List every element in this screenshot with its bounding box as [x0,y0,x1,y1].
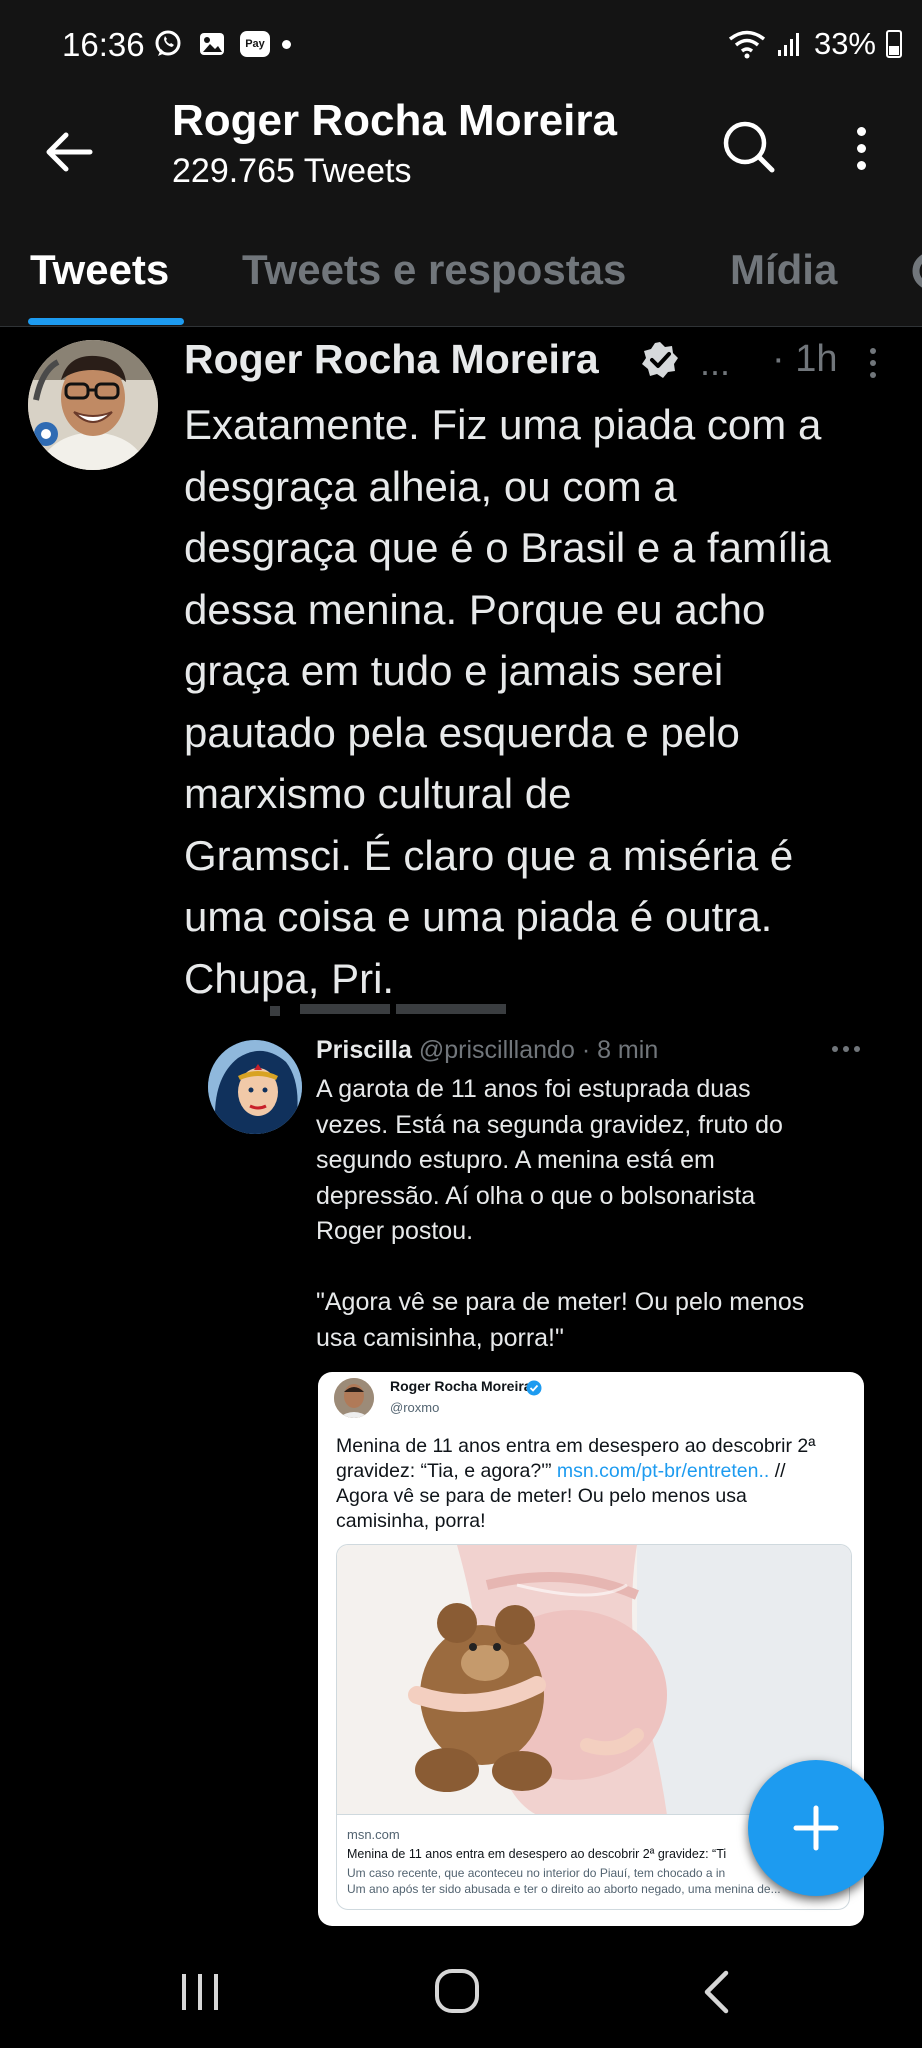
battery-icon [886,30,902,58]
tab-midia[interactable]: Mídia [730,246,837,294]
verified-badge-icon [640,340,680,380]
quoted-more-button[interactable] [832,1046,860,1052]
tweet-text-line: pautado pela esquerda e pelo [184,708,740,756]
overflow-menu-button[interactable] [836,118,886,178]
arrow-left-icon [46,132,93,172]
quoted-timestamp: · 8 min [581,1036,659,1064]
tweet-text-line: dessa menina. Porque eu acho [184,585,766,633]
card-article-link: msn.com/pt-br/entreten.. [556,1460,770,1482]
plus-icon [793,1805,839,1851]
tweet-text-line: graça em tudo e jamais serei [184,647,724,694]
chevron-left-icon [704,1970,729,2014]
author-handle-truncated: ... [700,342,731,383]
quoted-text-line: A garota de 11 anos foi estuprada duas [316,1075,751,1103]
quoted-author-handle: @priscilllando [418,1036,575,1064]
home-button[interactable] [434,1968,480,2014]
tweet-text-line: Chupa, Pri. [184,954,395,1002]
system-back-button[interactable] [700,1970,732,2014]
quoted-text-line [316,1250,876,1286]
card-text-line: camisinha, porra! [336,1510,486,1532]
status-time: 16:36 [62,26,145,63]
link-description-line: Um ano após ter sido abusada e ter o dir… [347,1882,781,1896]
back-button[interactable] [40,122,100,182]
profile-name: Roger Rocha Moreira [172,96,617,145]
link-domain: msn.com [347,1827,400,1842]
tab-tweets[interactable]: Tweets [30,246,169,294]
card-avatar [334,1378,374,1418]
recent-apps-button[interactable] [178,1972,222,2012]
link-title: Menina de 11 anos entra em desespero ao … [347,1847,727,1861]
search-button[interactable] [718,116,778,176]
tweet-author-name[interactable]: Roger Rocha Moreira [184,336,599,383]
quoted-text-line: segundo estupro. A menina está em [316,1146,715,1174]
card-text-line: Menina de 11 anos entra em desespero ao … [336,1435,816,1457]
gallery-icon [196,28,228,60]
card-text-line: Agora vê se para de meter! Ou pelo menos… [336,1485,747,1507]
tweet-text-line: desgraça que é o Brasil e a família [184,524,831,571]
whatsapp-icon [152,28,184,60]
card-author-name: Roger Rocha Moreira [390,1378,532,1394]
card-text-segment: gravidez: “Tia, e agora?'” [336,1460,552,1482]
home-icon [435,1969,479,2013]
status-notification-icons: Pay [152,28,291,60]
tweet-text-line: marxismo cultural de [184,770,572,817]
link-description-line: Um caso recente, que aconteceu no interi… [347,1866,726,1880]
quoted-author-avatar[interactable] [208,1040,302,1134]
quoted-text-line: Roger postou. [316,1217,474,1245]
tab-tweets-e-respostas[interactable]: Tweets e respostas [242,246,626,294]
card-text-segment: // [774,1460,786,1482]
quoted-text-line: "Agora vê se para de meter! Ou pelo meno… [316,1288,805,1316]
tweet-timestamp: · 1h [772,338,838,380]
tweet-text-line: Exatamente. Fiz uma piada com a [184,401,822,448]
link-description: Um caso recente, que aconteceu no interi… [347,1865,781,1897]
signal-icon [777,33,799,56]
card-author-handle: @roxmo [390,1400,440,1415]
tweet-text: Exatamente. Fiz uma piada com a desgraça… [184,394,894,1009]
pay-icon: Pay [240,31,270,57]
quoted-text-line: depressão. Aí olha o que o bolsonarista [316,1181,756,1210]
avatar[interactable] [28,340,158,470]
quoted-header: Priscilla @priscilllando · 8 min [316,1036,658,1065]
card-text-line: gravidez: “Tia, e agora?'” msn.com/pt-br… [336,1459,856,1484]
tab-overflow-clip [910,246,922,296]
quoted-author-name[interactable]: Priscilla [316,1036,412,1064]
wifi-icon [728,30,766,59]
card-verified-icon [526,1380,542,1396]
recent-apps-icon [182,1974,218,2010]
card-tweet-text: Menina de 11 anos entra em desespero ao … [336,1434,856,1534]
compose-tweet-button[interactable] [748,1760,884,1896]
more-notifications-dot [282,39,291,49]
status-system-icons: 33% [728,26,902,62]
tweet-text-line: desgraça alheia, ou com a [184,462,677,510]
active-tab-indicator [28,318,184,325]
quoted-text: A garota de 11 anos foi estuprada duas v… [316,1072,876,1356]
tweet-text-line: uma coisa e uma piada é outra. [184,893,773,940]
search-icon [723,121,775,173]
tweet-count: 229.765 Tweets [172,152,412,190]
tweet-more-button[interactable] [864,348,882,384]
quoted-text-line: vezes. Está na segunda gravidez, fruto d… [316,1110,783,1139]
battery-percent: 33% [813,26,876,61]
tweet-text-line: Gramsci. É claro que a miséria é [184,831,794,879]
cropped-header-remnant [270,1004,530,1018]
quoted-text-line: usa camisinha, porra!" [316,1323,564,1352]
